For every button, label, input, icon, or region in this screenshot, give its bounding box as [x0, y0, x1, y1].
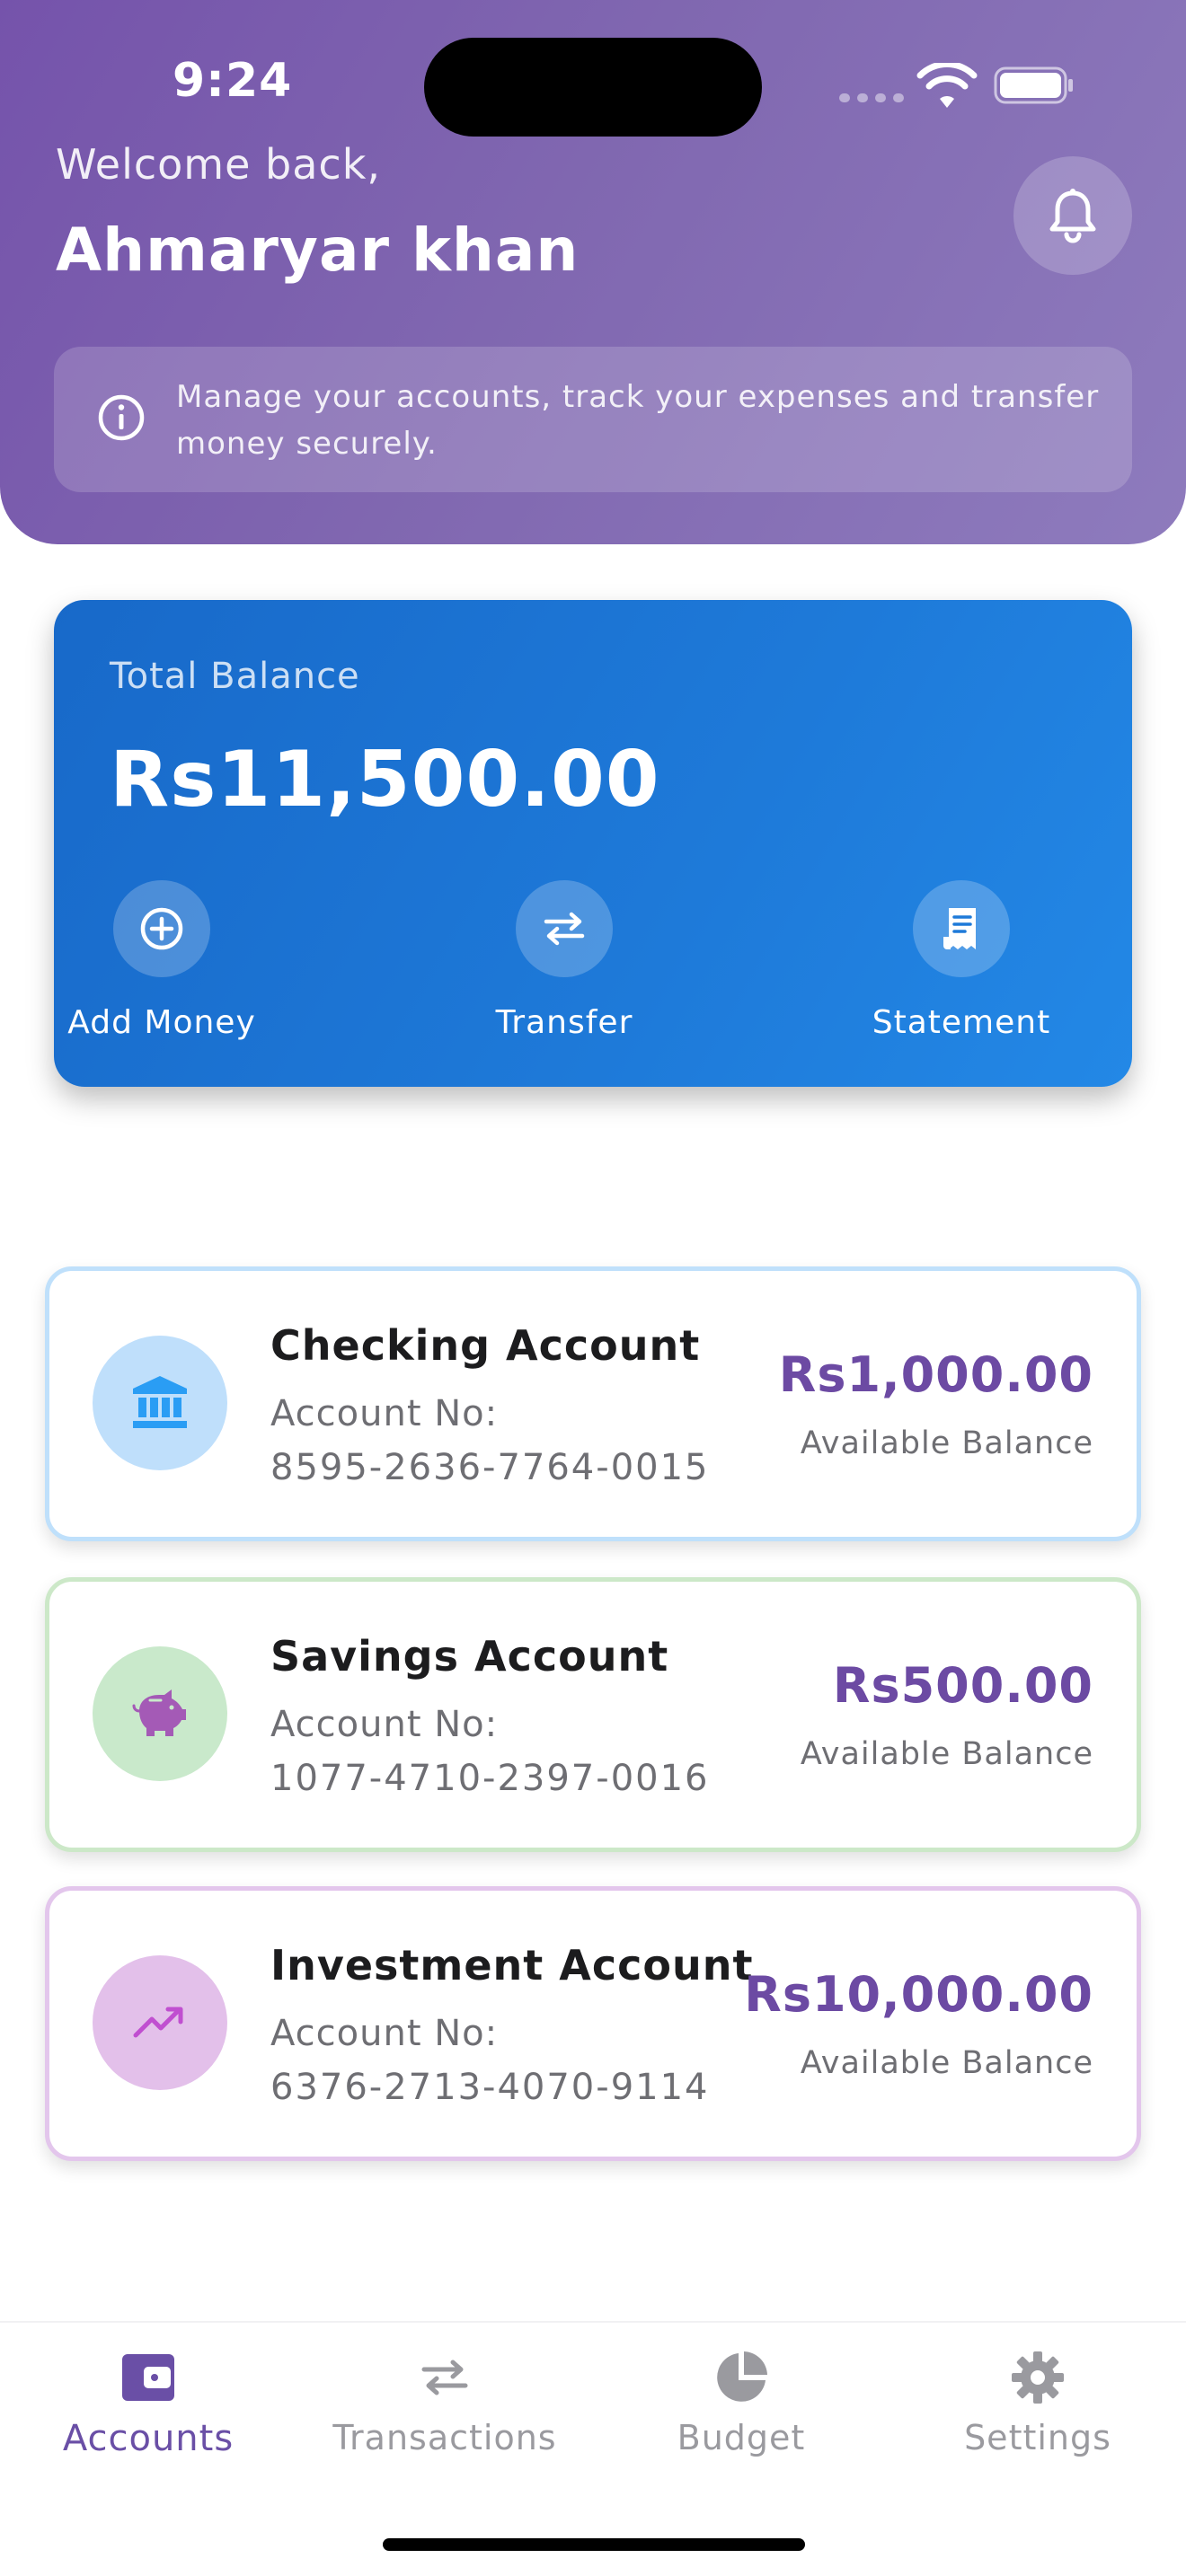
account-icon-bg — [93, 1336, 227, 1470]
available-balance-label: Available Balance — [800, 1736, 1093, 1772]
add-money-label: Add Money — [67, 1004, 256, 1041]
nav-settings[interactable]: Settings — [890, 2348, 1186, 2457]
receipt-icon — [943, 908, 976, 949]
total-balance-card: Total Balance Rs11,500.00 Add Money Tran… — [54, 600, 1132, 1087]
nav-transactions-label: Transactions — [332, 2418, 557, 2457]
add-money-button[interactable]: Add Money — [67, 880, 255, 1041]
total-balance-value: Rs11,500.00 — [110, 735, 660, 825]
info-banner: Manage your accounts, track your expense… — [54, 347, 1132, 492]
available-balance-label: Available Balance — [800, 1425, 1093, 1461]
statement-button[interactable]: Statement — [872, 880, 1051, 1041]
transfer-button[interactable]: Transfer — [474, 880, 654, 1041]
account-number: 8595-2636-7764-0015 — [270, 1447, 710, 1488]
user-name: Ahmaryar khan — [56, 216, 580, 285]
nav-settings-label: Settings — [964, 2418, 1111, 2457]
account-name: Investment Account — [270, 1941, 754, 1989]
account-balance: Rs1,000.00 — [778, 1346, 1093, 1403]
bell-icon — [1049, 189, 1096, 243]
wallet-icon — [122, 2354, 174, 2401]
transfer-label: Transfer — [495, 1004, 633, 1041]
bank-icon — [133, 1376, 187, 1428]
account-balance: Rs500.00 — [832, 1657, 1093, 1714]
available-balance-label: Available Balance — [800, 2045, 1093, 2081]
account-number: 1077-4710-2397-0016 — [270, 1758, 710, 1799]
dynamic-island — [424, 38, 762, 137]
account-card-checking[interactable]: Checking Account Account No: 8595-2636-7… — [45, 1266, 1141, 1541]
swap-icon — [544, 912, 585, 946]
statement-label: Statement — [872, 1004, 1051, 1041]
add-circle-icon — [140, 907, 183, 950]
account-card-investment[interactable]: Investment Account Account No: 6376-2713… — [45, 1886, 1141, 2161]
home-indicator — [383, 2538, 805, 2551]
status-time: 9:24 — [173, 54, 293, 108]
nav-budget[interactable]: Budget — [593, 2348, 890, 2457]
account-balance: Rs10,000.00 — [744, 1966, 1093, 2023]
account-number-label: Account No: — [270, 1704, 499, 1745]
account-name: Savings Account — [270, 1632, 669, 1681]
info-icon — [98, 394, 145, 441]
nav-transactions[interactable]: Transactions — [296, 2348, 593, 2457]
notifications-button[interactable] — [1013, 156, 1132, 275]
wifi-icon — [916, 63, 978, 108]
account-number-label: Account No: — [270, 2013, 499, 2054]
info-text: Manage your accounts, track your expense… — [176, 379, 1100, 462]
swap-icon — [421, 2360, 468, 2395]
welcome-text: Welcome back, — [56, 140, 381, 189]
nav-accounts[interactable]: Accounts — [0, 2348, 296, 2459]
pie-chart-icon — [717, 2351, 767, 2402]
account-name: Checking Account — [270, 1321, 701, 1370]
battery-icon — [994, 66, 1073, 104]
nav-budget-label: Budget — [677, 2418, 806, 2457]
account-icon-bg — [93, 1646, 227, 1781]
total-balance-label: Total Balance — [110, 656, 360, 697]
account-icon-bg — [93, 1955, 227, 2090]
piggy-bank-icon — [132, 1689, 186, 1736]
gear-icon — [1012, 2351, 1064, 2404]
nav-accounts-label: Accounts — [62, 2418, 235, 2459]
header: 9:24 Welcome back, Ahmaryar khan Manage … — [0, 0, 1186, 544]
account-number-label: Account No: — [270, 1393, 499, 1434]
account-card-savings[interactable]: Savings Account Account No: 1077-4710-23… — [45, 1577, 1141, 1852]
trending-up-icon — [133, 2007, 183, 2038]
account-number: 6376-2713-4070-9114 — [270, 2067, 710, 2108]
signal-icon — [839, 93, 904, 102]
